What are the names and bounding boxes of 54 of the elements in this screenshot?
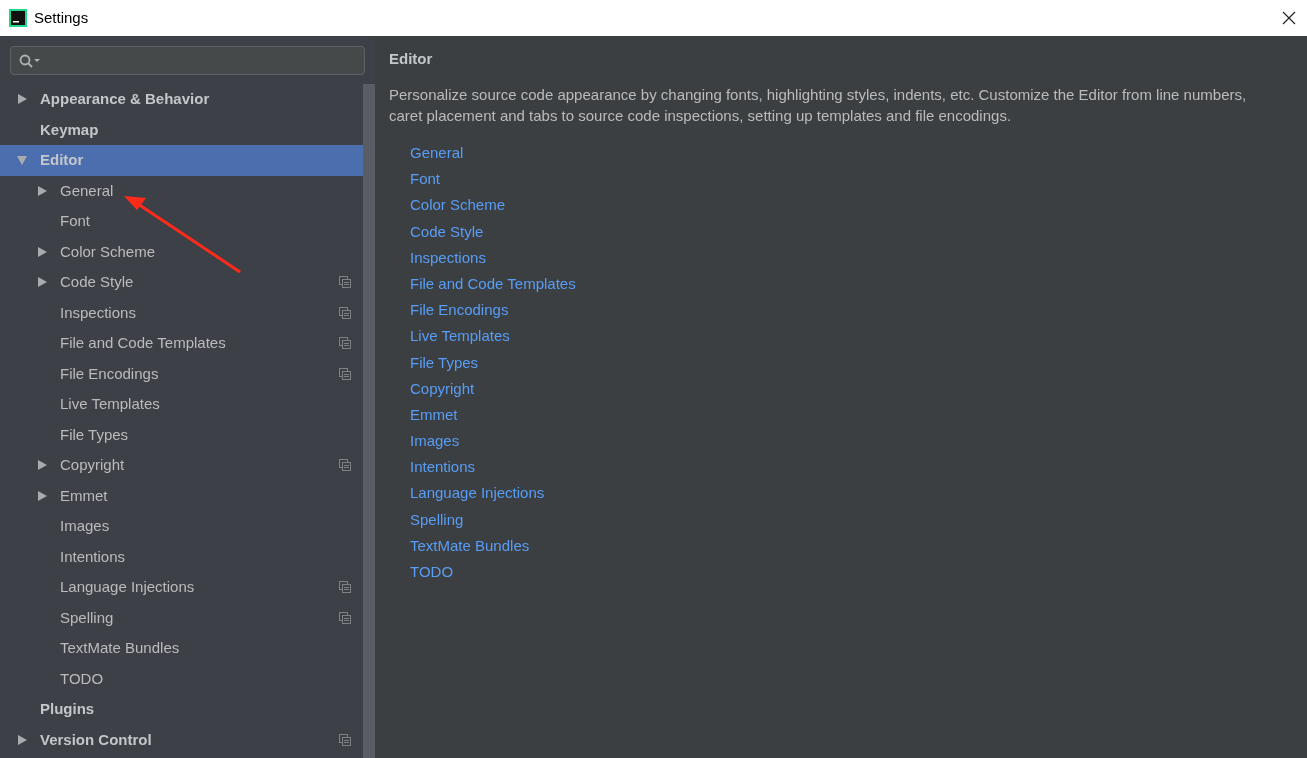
search-icon[interactable] <box>19 53 41 68</box>
app-logo-icon <box>9 9 27 27</box>
settings-link[interactable]: Intentions <box>410 454 476 481</box>
caret-right-icon[interactable] <box>36 459 48 472</box>
tree-item[interactable]: Color Scheme <box>0 236 363 267</box>
close-icon[interactable] <box>1282 11 1296 25</box>
settings-link[interactable]: General <box>410 140 464 167</box>
section-description: Personalize source code appearance by changing fonts, highlighting styles, indents, etc. Customize the Editor from line numbers, caret placement and tabs to source code inspections, setting up templates and file encodings. <box>389 85 1248 126</box>
tree-item[interactable]: TODO <box>0 663 363 694</box>
tree-item[interactable]: Editor <box>0 145 363 176</box>
tree-item[interactable]: Emmet <box>0 480 363 511</box>
settings-link[interactable]: Emmet <box>410 401 458 429</box>
settings-link[interactable]: Copyright <box>410 375 475 402</box>
tree-item[interactable]: TextMate Bundles <box>0 633 363 664</box>
tree-item[interactable]: Spelling <box>0 602 363 633</box>
tree-item[interactable]: Appearance & Behavior <box>0 84 363 115</box>
tree-item[interactable]: Version Control <box>0 724 363 755</box>
caret-right-icon[interactable] <box>36 276 48 289</box>
tree-item[interactable]: File Types <box>0 419 363 450</box>
settings-link[interactable]: Live Templates <box>410 323 510 350</box>
tree-item[interactable]: Keymap <box>0 114 363 145</box>
tree-item[interactable]: Language Injections <box>0 572 363 603</box>
tree-item[interactable]: Inspections <box>0 297 363 328</box>
settings-link[interactable]: File Types <box>410 349 479 376</box>
caret-right-icon[interactable] <box>36 184 48 197</box>
search-field[interactable] <box>10 46 365 75</box>
scrollbar[interactable] <box>363 84 375 758</box>
tree-item[interactable]: Images <box>0 511 363 542</box>
settings-link[interactable]: TextMate Bundles <box>410 532 530 559</box>
tree-item[interactable]: Code Style <box>0 267 363 298</box>
tree-item[interactable]: Live Templates <box>0 389 363 420</box>
tree-item[interactable]: File Encodings <box>0 358 363 389</box>
tree-item[interactable]: Font <box>0 206 363 237</box>
settings-link[interactable]: Inspections <box>410 244 486 271</box>
window-title: Settings <box>34 7 89 28</box>
section-heading: Editor <box>389 49 434 69</box>
caret-right-icon[interactable] <box>36 245 48 258</box>
tree-item[interactable]: Plugins <box>0 694 363 725</box>
tree-item[interactable]: File and Code Templates <box>0 328 363 359</box>
caret-right-icon[interactable] <box>16 93 28 106</box>
tree-item[interactable]: Copyright <box>0 450 363 481</box>
tree-item[interactable]: Intentions <box>0 541 363 572</box>
tree-item[interactable]: General <box>0 175 363 206</box>
settings-link[interactable]: File and Code Templates <box>410 270 576 298</box>
caret-right-icon[interactable] <box>36 489 48 502</box>
settings-link[interactable]: Color Scheme <box>410 192 506 219</box>
caret-right-icon[interactable] <box>16 733 28 746</box>
settings-link[interactable]: Images <box>410 428 460 455</box>
settings-link[interactable]: Font <box>410 166 440 193</box>
settings-link[interactable]: Code Style <box>410 218 484 245</box>
settings-link[interactable]: Language Injections <box>410 480 545 507</box>
settings-link[interactable]: Spelling <box>410 506 464 533</box>
settings-link[interactable]: File Encodings <box>410 297 509 324</box>
settings-link[interactable]: TODO <box>410 559 454 586</box>
